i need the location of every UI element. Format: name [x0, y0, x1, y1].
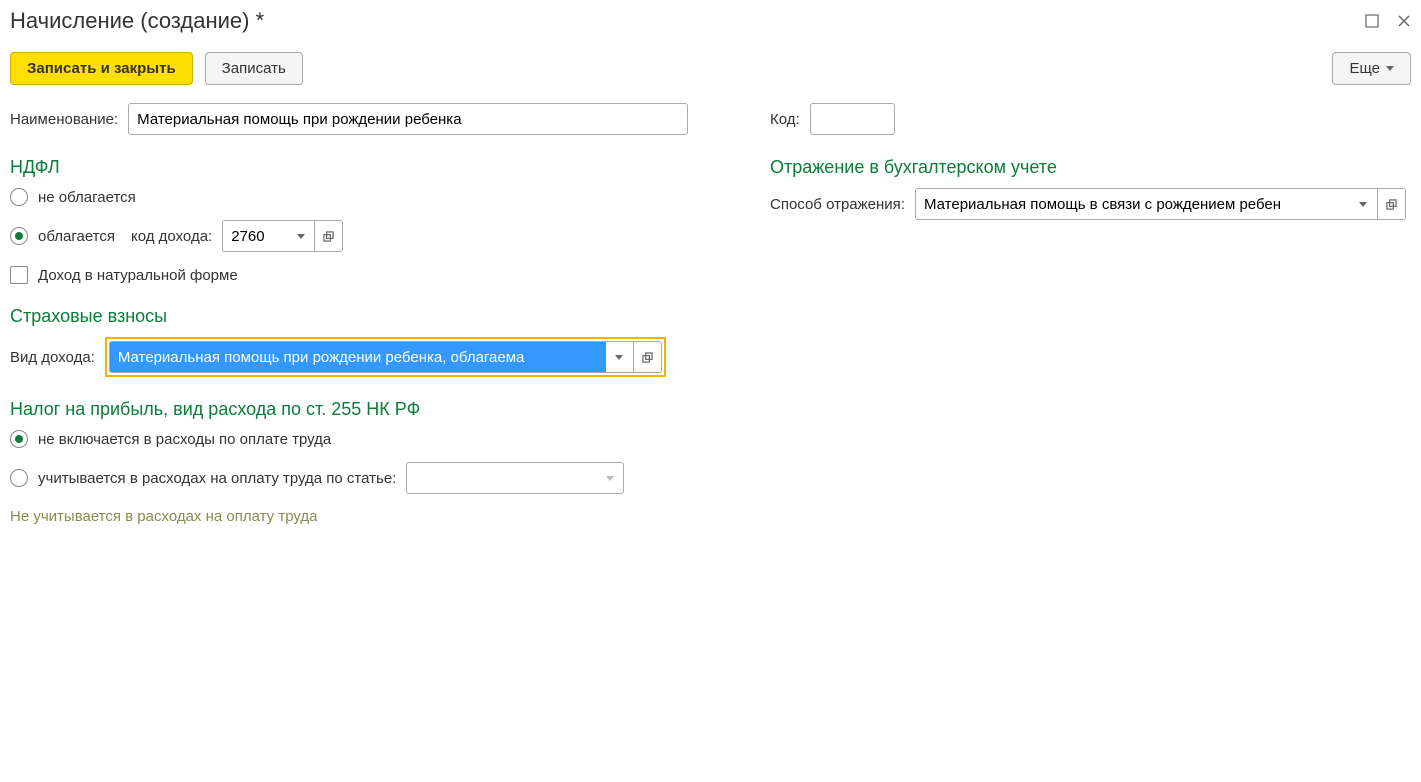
- more-button[interactable]: Еще: [1332, 52, 1411, 85]
- open-icon: [642, 352, 653, 363]
- natural-income-checkbox[interactable]: [10, 266, 28, 284]
- chevron-down-icon: [297, 234, 305, 239]
- reflection-method-dropdown-button[interactable]: [1350, 188, 1378, 220]
- ndfl-taxed-label: облагается: [38, 228, 115, 245]
- income-type-dropdown-button[interactable]: [606, 341, 634, 373]
- chevron-down-icon: [1386, 66, 1394, 71]
- profit-tax-section-title: Налог на прибыль, вид расхода по ст. 255…: [10, 399, 730, 420]
- income-type-label: Вид дохода:: [10, 349, 95, 366]
- ndfl-taxed-radio[interactable]: [10, 227, 28, 245]
- ndfl-not-taxed-label: не облагается: [38, 189, 136, 206]
- ndfl-not-taxed-radio[interactable]: [10, 188, 28, 206]
- code-label: Код:: [770, 111, 800, 128]
- reflection-method-open-button[interactable]: [1378, 188, 1406, 220]
- more-button-label: Еще: [1349, 60, 1380, 77]
- profit-tax-note: Не учитывается в расходах на оплату труд…: [10, 508, 730, 525]
- insurance-section-title: Страховые взносы: [10, 306, 730, 327]
- page-title: Начисление (создание) *: [10, 8, 264, 34]
- save-and-close-button[interactable]: Записать и закрыть: [10, 52, 193, 85]
- chevron-down-icon: [1359, 202, 1367, 207]
- open-icon: [323, 231, 334, 242]
- included-by-article-label: учитывается в расходах на оплату труда п…: [38, 470, 396, 487]
- open-icon: [1386, 199, 1397, 210]
- not-included-label: не включается в расходы по оплате труда: [38, 431, 331, 448]
- income-type-input[interactable]: [109, 341, 606, 373]
- name-label: Наименование:: [10, 111, 118, 128]
- name-input[interactable]: [128, 103, 688, 135]
- code-input[interactable]: [810, 103, 895, 135]
- income-code-input[interactable]: [222, 220, 287, 252]
- reflection-method-label: Способ отражения:: [770, 196, 905, 213]
- expense-article-input[interactable]: [406, 462, 596, 494]
- income-code-open-button[interactable]: [315, 220, 343, 252]
- accounting-section-title: Отражение в бухгалтерском учете: [770, 157, 1411, 178]
- expense-article-dropdown-button[interactable]: [596, 462, 624, 494]
- not-included-radio[interactable]: [10, 430, 28, 448]
- income-code-label: код дохода:: [131, 228, 212, 245]
- income-code-dropdown-button[interactable]: [287, 220, 315, 252]
- reflection-method-input[interactable]: [915, 188, 1350, 220]
- chevron-down-icon: [615, 355, 623, 360]
- income-type-open-button[interactable]: [634, 341, 662, 373]
- ndfl-section-title: НДФЛ: [10, 157, 730, 178]
- checkbox-icon[interactable]: [1365, 14, 1379, 28]
- save-button[interactable]: Записать: [205, 52, 303, 85]
- included-by-article-radio[interactable]: [10, 469, 28, 487]
- chevron-down-icon: [606, 476, 614, 481]
- natural-income-label: Доход в натуральной форме: [38, 267, 238, 284]
- close-icon[interactable]: [1397, 14, 1411, 28]
